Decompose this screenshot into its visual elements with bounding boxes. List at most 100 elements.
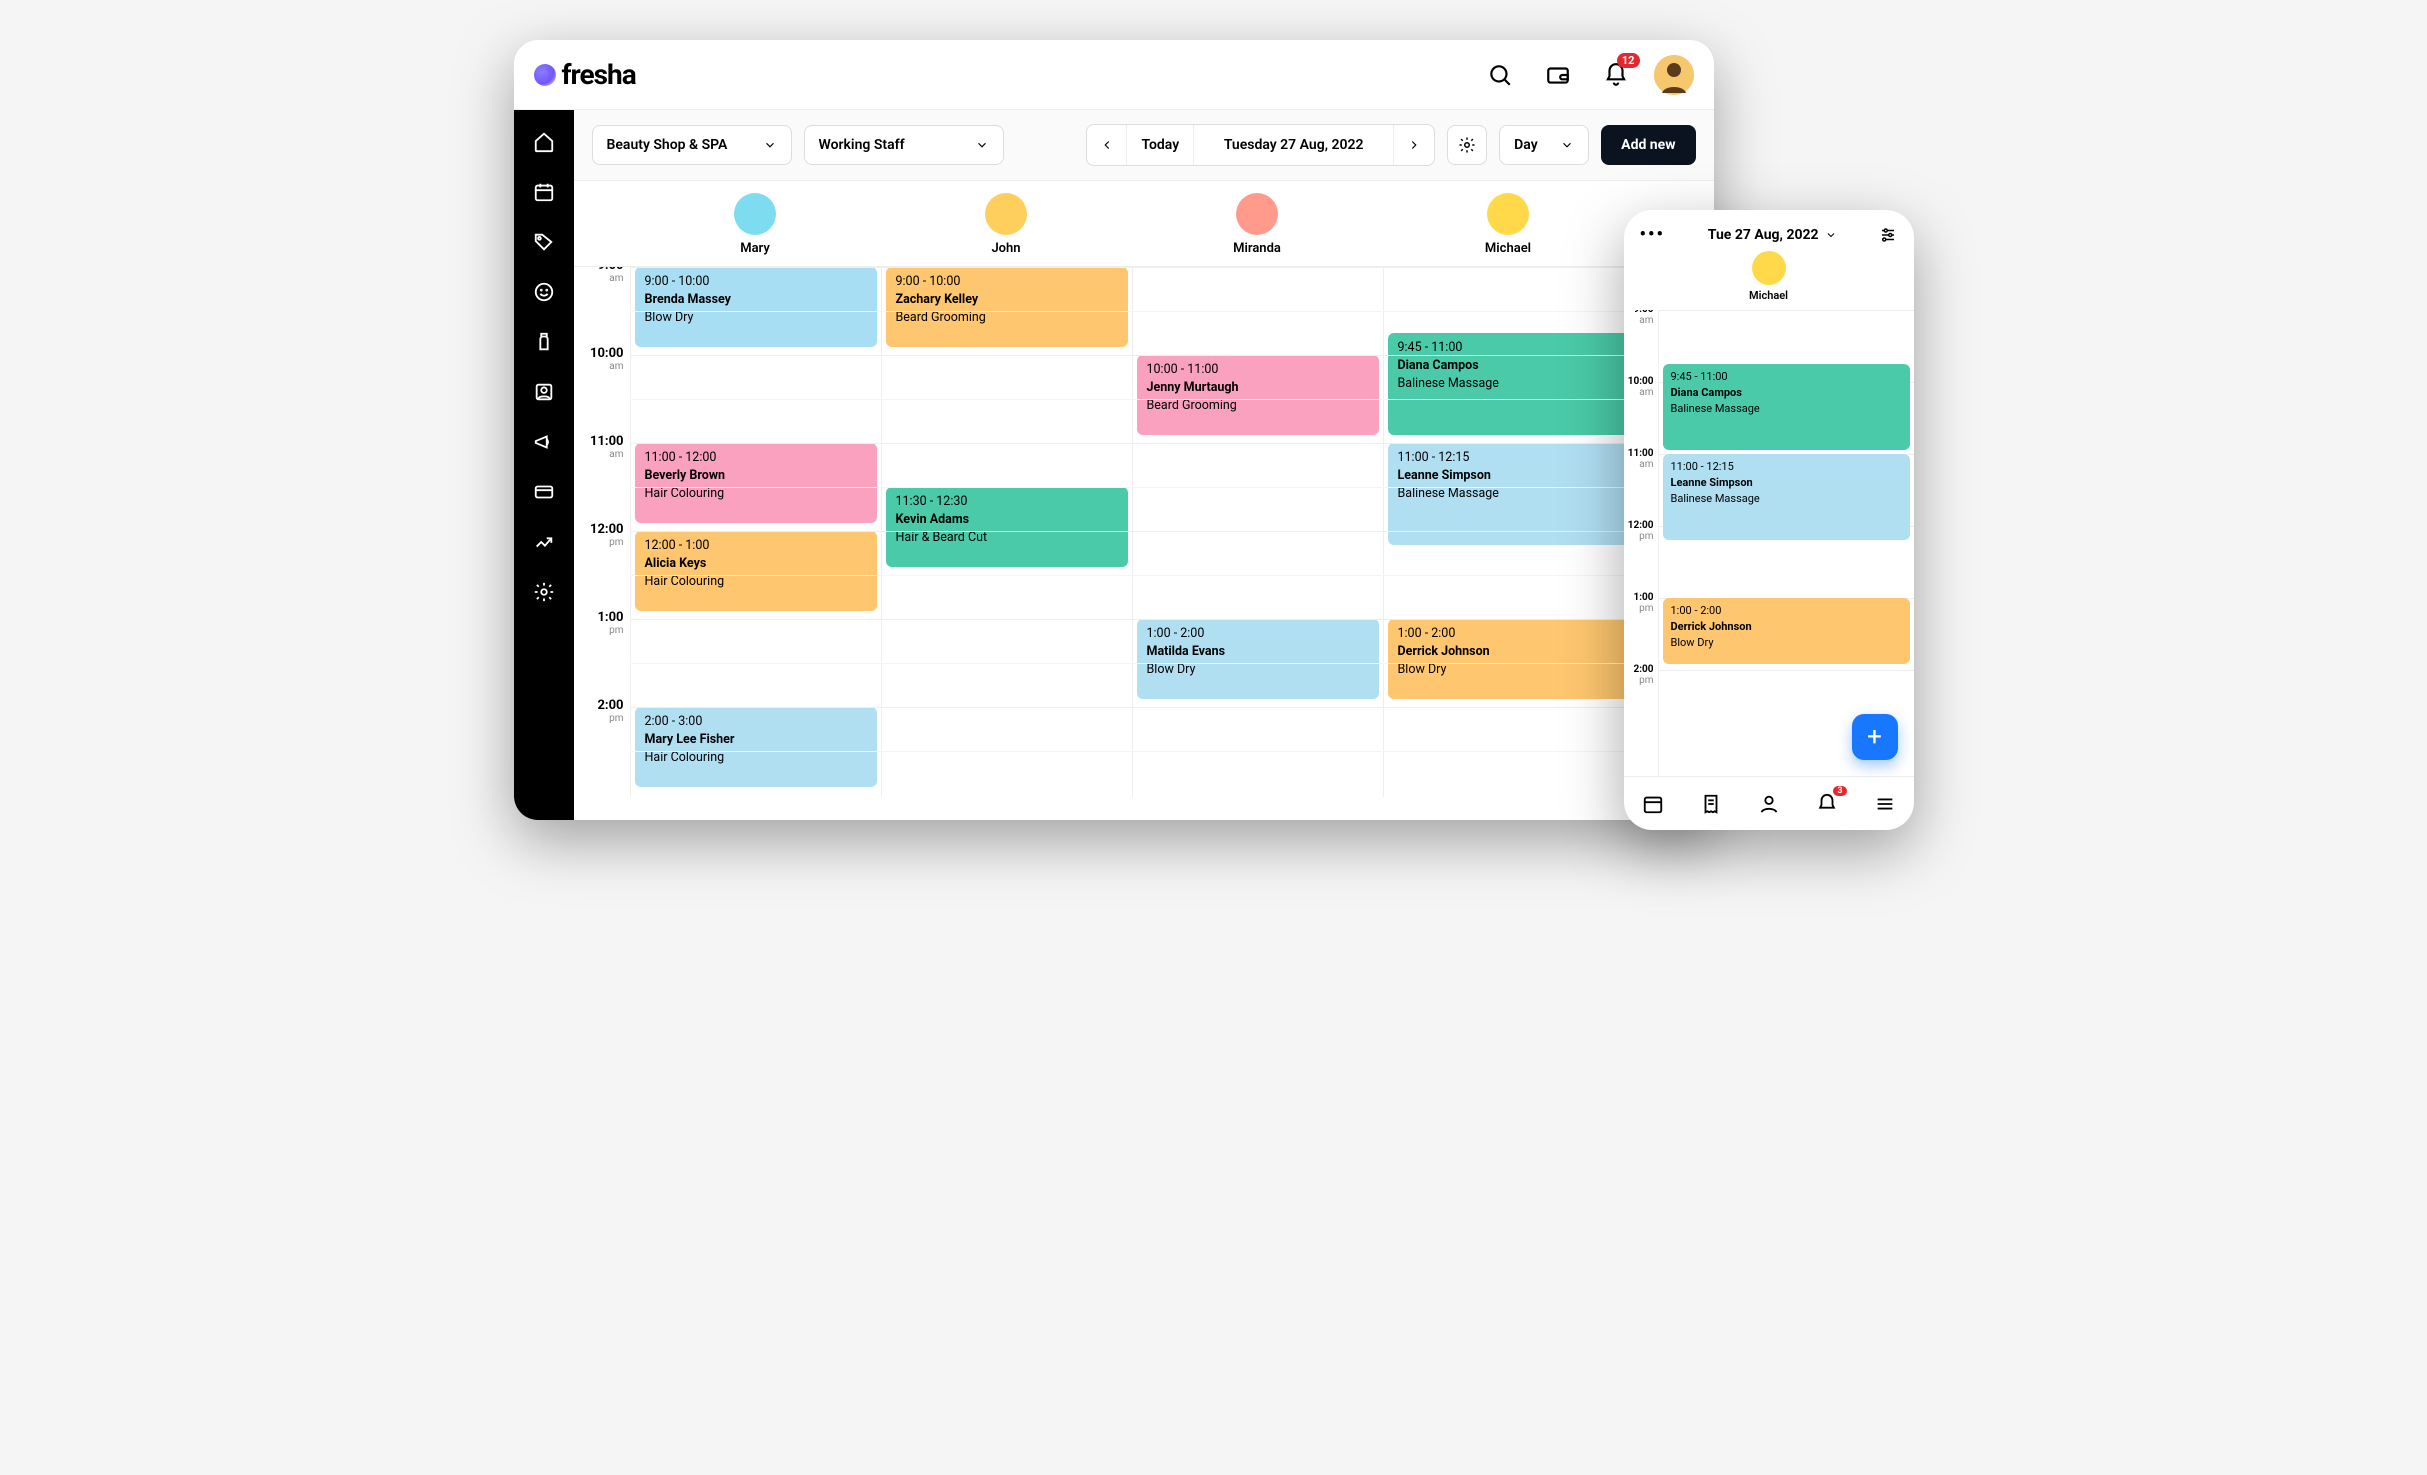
appointment-client: Matilda Evans — [1147, 643, 1369, 661]
staff-filter-label: Working Staff — [819, 137, 905, 153]
staff-filter-selector[interactable]: Working Staff — [804, 125, 1004, 165]
sidebar-item-home[interactable] — [532, 130, 556, 154]
appointment-time: 11:00 - 12:15 — [1671, 459, 1902, 475]
today-label: Today — [1141, 137, 1179, 153]
appointment-time: 11:30 - 12:30 — [896, 493, 1118, 511]
appointment-service: Blow Dry — [1671, 635, 1902, 651]
mobile-add-button[interactable]: + — [1852, 714, 1898, 760]
mobile-header: ••• Tue 27 Aug, 2022 — [1624, 210, 1914, 251]
calendar-lane[interactable]: 9:00 - 10:00Zachary KelleyBeard Grooming… — [881, 267, 1132, 797]
mobile-filter-button[interactable] — [1879, 226, 1897, 244]
appointment-card[interactable]: 11:00 - 12:15Leanne SimpsonBalinese Mass… — [1663, 454, 1910, 540]
sidebar-item-clients[interactable] — [532, 280, 556, 304]
time-tick: 1:00pm — [597, 611, 623, 636]
appointment-card[interactable]: 1:00 - 2:00Matilda EvansBlow Dry — [1137, 619, 1379, 699]
appointment-client: Diana Campos — [1398, 357, 1620, 375]
staff-avatar — [1236, 193, 1278, 235]
view-label: Day — [1514, 137, 1538, 153]
staff-name-label: Mary — [740, 241, 770, 256]
location-label: Beauty Shop & SPA — [607, 137, 728, 153]
appointment-time: 1:00 - 2:00 — [1671, 603, 1902, 619]
appointment-card[interactable]: 11:00 - 12:00Beverly BrownHair Colouring — [635, 443, 877, 523]
appointment-card[interactable]: 1:00 - 2:00Derrick JohnsonBlow Dry — [1663, 598, 1910, 664]
staff-column-header[interactable]: Michael — [1383, 181, 1634, 266]
mobile-time-column: 9:00am10:00am11:00am12:00pm1:00pm2:00pm — [1624, 310, 1658, 776]
calendar-lane[interactable]: 10:00 - 11:00Jenny MurtaughBeard Groomin… — [1132, 267, 1383, 797]
notification-badge: 12 — [1617, 53, 1640, 68]
sidebar-item-marketing[interactable] — [532, 430, 556, 454]
appointment-time: 12:00 - 1:00 — [645, 537, 867, 555]
sidebar-item-products[interactable] — [532, 330, 556, 354]
today-button[interactable]: Today — [1127, 125, 1194, 165]
appointment-client: Brenda Massey — [645, 291, 867, 309]
mobile-tab-more[interactable] — [1873, 792, 1897, 816]
user-square-icon — [533, 381, 555, 403]
calendar-lane[interactable]: 9:00 - 10:00Brenda MasseyBlow Dry 11:00 -… — [630, 267, 881, 797]
appointment-card[interactable]: 11:00 - 12:15Leanne SimpsonBalinese Mass… — [1388, 443, 1630, 545]
mobile-staff-header[interactable]: Michael — [1624, 251, 1914, 310]
appointment-card[interactable]: 12:00 - 1:00Alicia KeysHair Colouring — [635, 531, 877, 611]
sidebar-item-team[interactable] — [532, 380, 556, 404]
mobile-tab-notifications[interactable]: 3 — [1815, 792, 1839, 816]
mobile-window: ••• Tue 27 Aug, 2022 Michael 9:00am 10:00… — [1624, 210, 1914, 830]
mobile-menu-button[interactable]: ••• — [1640, 224, 1665, 245]
time-tick: 9:00am — [1633, 310, 1653, 326]
user-avatar[interactable] — [1654, 55, 1694, 95]
mobile-date-label: Tue 27 Aug, 2022 — [1708, 227, 1819, 243]
brand-dot-icon — [534, 64, 556, 86]
calendar-settings-button[interactable] — [1447, 125, 1487, 165]
card-icon — [533, 481, 555, 503]
add-new-button[interactable]: Add new — [1601, 125, 1695, 165]
appointment-card[interactable]: 2:00 - 3:00Mary Lee FisherHair Colouring — [635, 707, 877, 787]
staff-column-header[interactable]: Mary — [630, 181, 881, 266]
staff-name-label: Miranda — [1233, 241, 1281, 256]
notifications-button[interactable]: 12 — [1596, 55, 1636, 95]
brand-logo: fresha — [534, 58, 636, 91]
wallet-button[interactable] — [1538, 55, 1578, 95]
time-tick: 1:00pm — [1633, 592, 1653, 614]
sidebar-item-reports[interactable] — [532, 530, 556, 554]
prev-day-button[interactable] — [1087, 125, 1127, 165]
calendar-icon — [533, 181, 555, 203]
appointment-client: Kevin Adams — [896, 511, 1118, 529]
sidebar-item-payments[interactable] — [532, 480, 556, 504]
sidebar-item-sales[interactable] — [532, 230, 556, 254]
staff-header-row: Mary John Miranda Michael — [574, 181, 1714, 267]
chart-icon — [533, 531, 555, 553]
search-button[interactable] — [1480, 55, 1520, 95]
current-date-display[interactable]: Tuesday 27 Aug, 2022 — [1194, 125, 1394, 165]
appointment-card[interactable]: 9:45 - 11:00Diana CamposBalinese Massage — [1388, 333, 1630, 435]
date-navigator: Today Tuesday 27 Aug, 2022 — [1086, 124, 1435, 166]
mobile-calendar-lane[interactable]: 9:45 - 11:00Diana CamposBalinese Massage… — [1658, 310, 1914, 776]
appointment-card[interactable]: 11:30 - 12:30Kevin AdamsHair & Beard Cut — [886, 487, 1128, 567]
appointment-card[interactable]: 9:00 - 10:00Zachary KelleyBeard Grooming — [886, 267, 1128, 347]
appointment-time: 11:00 - 12:15 — [1398, 449, 1620, 467]
location-selector[interactable]: Beauty Shop & SPA — [592, 125, 792, 165]
sidebar-item-calendar[interactable] — [532, 180, 556, 204]
sliders-icon — [1879, 226, 1897, 244]
staff-avatar — [1487, 193, 1529, 235]
staff-column-header[interactable]: John — [881, 181, 1132, 266]
appointment-time: 2:00 - 3:00 — [645, 713, 867, 731]
app-header: fresha 12 — [514, 40, 1714, 110]
appointment-card[interactable]: 10:00 - 11:00Jenny MurtaughBeard Groomin… — [1137, 355, 1379, 435]
mobile-tab-sales[interactable] — [1699, 792, 1723, 816]
view-selector[interactable]: Day — [1499, 125, 1589, 165]
staff-name-label: Michael — [1485, 241, 1531, 256]
calendar-lane[interactable]: 9:45 - 11:00Diana CamposBalinese Massage… — [1383, 267, 1634, 797]
staff-column-header[interactable]: Miranda — [1132, 181, 1383, 266]
mobile-tab-clients[interactable] — [1757, 792, 1781, 816]
appointment-card[interactable]: 9:00 - 10:00Brenda MasseyBlow Dry — [635, 267, 877, 347]
appointment-card[interactable]: 9:45 - 11:00Diana CamposBalinese Massage — [1663, 364, 1910, 450]
staff-avatar — [1752, 251, 1786, 285]
appointment-service: Balinese Massage — [1398, 375, 1620, 393]
sidebar-item-settings[interactable] — [532, 580, 556, 604]
next-day-button[interactable] — [1394, 125, 1434, 165]
appointment-client: Mary Lee Fisher — [645, 731, 867, 749]
mobile-date-selector[interactable]: Tue 27 Aug, 2022 — [1708, 227, 1837, 243]
time-tick: 10:00am — [1628, 376, 1654, 398]
brand-name: fresha — [562, 58, 636, 91]
appointment-card[interactable]: 1:00 - 2:00Derrick JohnsonBlow Dry — [1388, 619, 1630, 699]
mobile-tab-calendar[interactable] — [1641, 792, 1665, 816]
date-label: Tuesday 27 Aug, 2022 — [1224, 137, 1364, 153]
